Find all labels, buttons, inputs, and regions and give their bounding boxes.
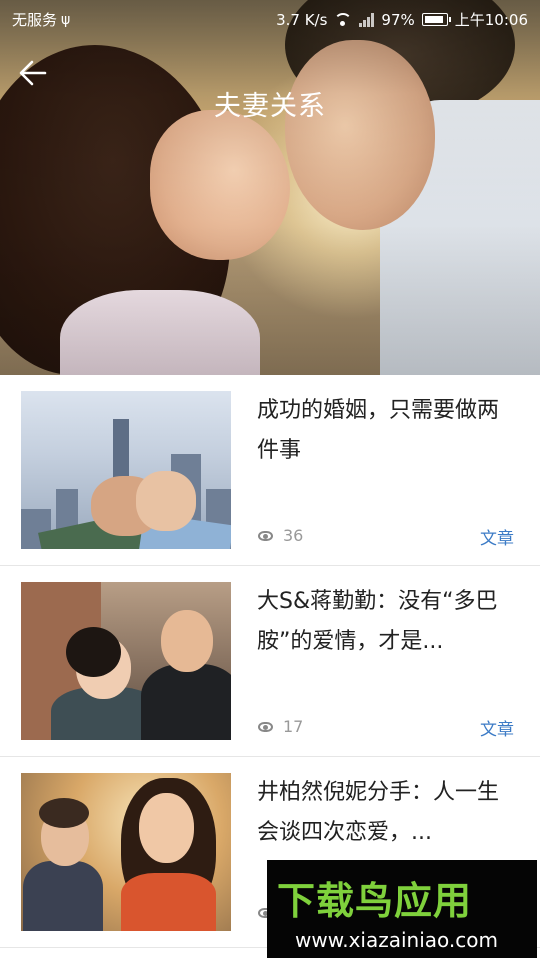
article-tag: 文章 [480,529,514,549]
watermark-url: www.xiazainiao.com [295,928,498,952]
usb-icon: ψ [61,11,71,28]
wifi-icon [334,12,353,27]
article-title[interactable]: 成功的婚姻，只需要做两件事 [257,391,519,471]
page-title: 夫妻关系 [214,91,326,122]
clock: 上午10:06 [454,11,528,29]
watermark-brand: 下载鸟应用 [277,879,473,923]
view-count-value: 36 [283,526,304,545]
eye-icon [258,530,273,541]
eye-icon [258,721,273,732]
battery-percent: 97% [381,10,415,29]
view-count-value: 17 [283,717,304,736]
signal-icon [359,12,375,27]
header-banner [0,0,540,375]
article-thumbnail [21,391,231,549]
watermark-logo: 下载鸟应用 www.xiazainiao.com [267,860,537,958]
view-count: 36 [258,526,303,545]
article-item[interactable]: 成功的婚姻，只需要做两件事 36 文章 [0,375,540,566]
carrier-text: 无服务 [12,11,58,29]
battery-icon [421,13,451,26]
network-speed: 3.7 K/s [276,10,328,29]
status-bar: 无服务 ψ 3.7 K/s 97% 上午10:06 [0,0,540,36]
article-tag: 文章 [480,720,514,740]
article-title[interactable]: 井柏然倪妮分手：人一生会谈四次恋爱，... [257,773,519,853]
view-count: 17 [258,717,303,736]
article-item[interactable]: 大S&蒋勤勤：没有“多巴胺”的爱情，才是... 17 文章 [0,566,540,757]
article-thumbnail [21,582,231,740]
article-title[interactable]: 大S&蒋勤勤：没有“多巴胺”的爱情，才是... [257,582,519,662]
article-thumbnail [21,773,231,931]
